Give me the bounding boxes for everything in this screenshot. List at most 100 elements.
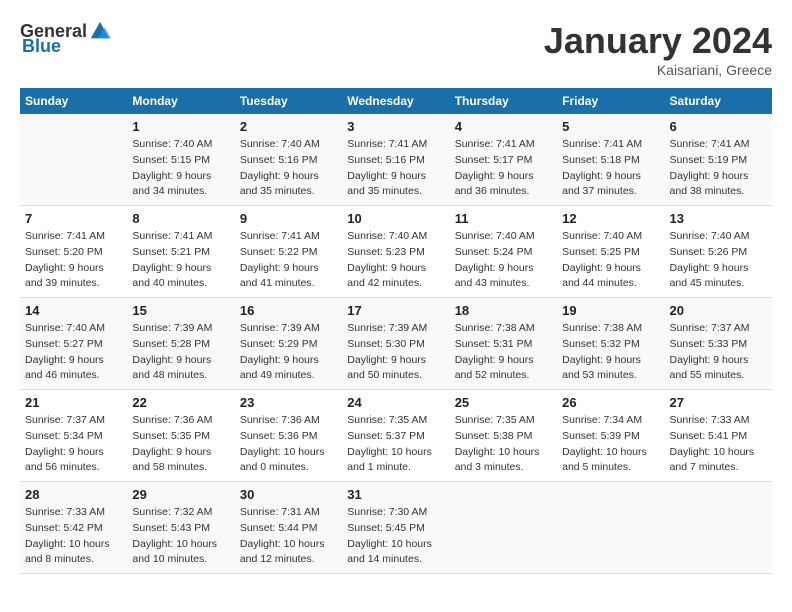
- location: Kaisariani, Greece: [544, 62, 772, 78]
- day-info: Sunrise: 7:33 AMSunset: 5:42 PMDaylight:…: [25, 505, 122, 568]
- weekday-header: Saturday: [665, 88, 772, 114]
- calendar-cell: 12 Sunrise: 7:40 AMSunset: 5:25 PMDayligh…: [557, 206, 664, 298]
- weekday-header: Friday: [557, 88, 664, 114]
- calendar-cell: 9 Sunrise: 7:41 AMSunset: 5:22 PMDaylight…: [235, 206, 342, 298]
- calendar-cell: 24Sunrise: 7:35 AMSunset: 5:37 PMDayligh…: [342, 390, 449, 482]
- day-number: 30: [240, 487, 337, 502]
- weekday-header-row: SundayMondayTuesdayWednesdayThursdayFrid…: [20, 88, 772, 114]
- day-number: 23: [240, 395, 337, 410]
- day-info: Sunrise: 7:36 AMSunset: 5:35 PMDaylight:…: [132, 413, 229, 476]
- day-number: 27: [670, 395, 767, 410]
- calendar-cell: 6Sunrise: 7:41 AMSunset: 5:19 PMDaylight…: [665, 114, 772, 206]
- calendar-cell: [20, 114, 127, 206]
- calendar-week-row: 1Sunrise: 7:40 AMSunset: 5:15 PMDaylight…: [20, 114, 772, 206]
- calendar-cell: [450, 482, 557, 574]
- day-number: 20: [670, 303, 767, 318]
- calendar-cell: 28Sunrise: 7:33 AMSunset: 5:42 PMDayligh…: [20, 482, 127, 574]
- day-info: Sunrise: 7:41 AMSunset: 5:21 PMDaylight:…: [132, 229, 229, 292]
- day-info: Sunrise: 7:41 AMSunset: 5:17 PMDaylight:…: [455, 137, 552, 200]
- calendar-cell: 19Sunrise: 7:38 AMSunset: 5:32 PMDayligh…: [557, 298, 664, 390]
- calendar-cell: 21 Sunrise: 7:37 AMSunset: 5:34 PMDayligh…: [20, 390, 127, 482]
- calendar-cell: 17 Sunrise: 7:39 AMSunset: 5:30 PMDayligh…: [342, 298, 449, 390]
- day-info: Sunrise: 7:38 AMSunset: 5:31 PMDaylight:…: [455, 321, 552, 384]
- calendar-cell: 8 Sunrise: 7:41 AMSunset: 5:21 PMDaylight…: [127, 206, 234, 298]
- day-info: Sunrise: 7:40 AMSunset: 5:15 PMDaylight:…: [132, 137, 229, 200]
- day-number: 18: [455, 303, 552, 318]
- day-info: Sunrise: 7:31 AMSunset: 5:44 PMDaylight:…: [240, 505, 337, 568]
- day-info: Sunrise: 7:39 AMSunset: 5:29 PMDaylight:…: [240, 321, 337, 384]
- day-number: 11: [455, 211, 552, 226]
- day-number: 25: [455, 395, 552, 410]
- calendar-cell: 13 Sunrise: 7:40 AMSunset: 5:26 PMDayligh…: [665, 206, 772, 298]
- calendar-cell: 14Sunrise: 7:40 AMSunset: 5:27 PMDayligh…: [20, 298, 127, 390]
- weekday-header: Sunday: [20, 88, 127, 114]
- day-info: Sunrise: 7:34 AMSunset: 5:39 PMDaylight:…: [562, 413, 659, 476]
- logo: General Blue: [20, 20, 111, 57]
- day-info: Sunrise: 7:37 AMSunset: 5:34 PMDaylight:…: [25, 413, 122, 476]
- header: General Blue January 2024 Kaisariani, Gr…: [20, 20, 772, 78]
- calendar-week-row: 28Sunrise: 7:33 AMSunset: 5:42 PMDayligh…: [20, 482, 772, 574]
- day-info: Sunrise: 7:41 AMSunset: 5:16 PMDaylight:…: [347, 137, 444, 200]
- day-info: Sunrise: 7:41 AMSunset: 5:18 PMDaylight:…: [562, 137, 659, 200]
- weekday-header: Wednesday: [342, 88, 449, 114]
- calendar-cell: [665, 482, 772, 574]
- day-number: 15: [132, 303, 229, 318]
- calendar-cell: 16Sunrise: 7:39 AMSunset: 5:29 PMDayligh…: [235, 298, 342, 390]
- day-info: Sunrise: 7:33 AMSunset: 5:41 PMDaylight:…: [670, 413, 767, 476]
- calendar-cell: 15 Sunrise: 7:39 AMSunset: 5:28 PMDayligh…: [127, 298, 234, 390]
- day-number: 21: [25, 395, 122, 410]
- day-number: 19: [562, 303, 659, 318]
- day-info: Sunrise: 7:35 AMSunset: 5:38 PMDaylight:…: [455, 413, 552, 476]
- day-info: Sunrise: 7:40 AMSunset: 5:25 PMDaylight:…: [562, 229, 659, 292]
- weekday-header: Tuesday: [235, 88, 342, 114]
- day-info: Sunrise: 7:40 AMSunset: 5:24 PMDaylight:…: [455, 229, 552, 292]
- day-number: 26: [562, 395, 659, 410]
- day-number: 29: [132, 487, 229, 502]
- day-info: Sunrise: 7:37 AMSunset: 5:33 PMDaylight:…: [670, 321, 767, 384]
- calendar-cell: 5 Sunrise: 7:41 AMSunset: 5:18 PMDaylight…: [557, 114, 664, 206]
- day-info: Sunrise: 7:40 AMSunset: 5:26 PMDaylight:…: [670, 229, 767, 292]
- calendar-cell: 25 Sunrise: 7:35 AMSunset: 5:38 PMDayligh…: [450, 390, 557, 482]
- calendar-week-row: 14Sunrise: 7:40 AMSunset: 5:27 PMDayligh…: [20, 298, 772, 390]
- day-number: 6: [670, 119, 767, 134]
- day-number: 13: [670, 211, 767, 226]
- calendar-cell: 22 Sunrise: 7:36 AMSunset: 5:35 PMDayligh…: [127, 390, 234, 482]
- calendar-cell: 31 Sunrise: 7:30 AMSunset: 5:45 PMDayligh…: [342, 482, 449, 574]
- day-number: 17: [347, 303, 444, 318]
- calendar-cell: [557, 482, 664, 574]
- calendar-cell: 2 Sunrise: 7:40 AMSunset: 5:16 PMDaylight…: [235, 114, 342, 206]
- day-info: Sunrise: 7:32 AMSunset: 5:43 PMDaylight:…: [132, 505, 229, 568]
- day-info: Sunrise: 7:40 AMSunset: 5:23 PMDaylight:…: [347, 229, 444, 292]
- month-title: January 2024: [544, 20, 772, 62]
- day-number: 7: [25, 211, 122, 226]
- day-number: 12: [562, 211, 659, 226]
- day-number: 2: [240, 119, 337, 134]
- day-number: 22: [132, 395, 229, 410]
- day-number: 10: [347, 211, 444, 226]
- calendar-cell: 3 Sunrise: 7:41 AMSunset: 5:16 PMDaylight…: [342, 114, 449, 206]
- day-number: 24: [347, 395, 444, 410]
- calendar-cell: 11 Sunrise: 7:40 AMSunset: 5:24 PMDayligh…: [450, 206, 557, 298]
- weekday-header: Thursday: [450, 88, 557, 114]
- day-number: 9: [240, 211, 337, 226]
- calendar-cell: 23 Sunrise: 7:36 AMSunset: 5:36 PMDayligh…: [235, 390, 342, 482]
- day-number: 14: [25, 303, 122, 318]
- calendar-cell: 10 Sunrise: 7:40 AMSunset: 5:23 PMDayligh…: [342, 206, 449, 298]
- day-number: 31: [347, 487, 444, 502]
- calendar-cell: 30 Sunrise: 7:31 AMSunset: 5:44 PMDayligh…: [235, 482, 342, 574]
- day-info: Sunrise: 7:40 AMSunset: 5:16 PMDaylight:…: [240, 137, 337, 200]
- day-number: 3: [347, 119, 444, 134]
- day-info: Sunrise: 7:41 AMSunset: 5:22 PMDaylight:…: [240, 229, 337, 292]
- logo-icon: [89, 20, 111, 42]
- calendar-cell: 29 Sunrise: 7:32 AMSunset: 5:43 PMDayligh…: [127, 482, 234, 574]
- day-info: Sunrise: 7:39 AMSunset: 5:28 PMDaylight:…: [132, 321, 229, 384]
- weekday-header: Monday: [127, 88, 234, 114]
- day-info: Sunrise: 7:39 AMSunset: 5:30 PMDaylight:…: [347, 321, 444, 384]
- day-number: 8: [132, 211, 229, 226]
- calendar-table: SundayMondayTuesdayWednesdayThursdayFrid…: [20, 88, 772, 574]
- logo-blue-text: Blue: [22, 36, 61, 57]
- calendar-cell: 1Sunrise: 7:40 AMSunset: 5:15 PMDaylight…: [127, 114, 234, 206]
- day-info: Sunrise: 7:30 AMSunset: 5:45 PMDaylight:…: [347, 505, 444, 568]
- day-info: Sunrise: 7:36 AMSunset: 5:36 PMDaylight:…: [240, 413, 337, 476]
- day-number: 5: [562, 119, 659, 134]
